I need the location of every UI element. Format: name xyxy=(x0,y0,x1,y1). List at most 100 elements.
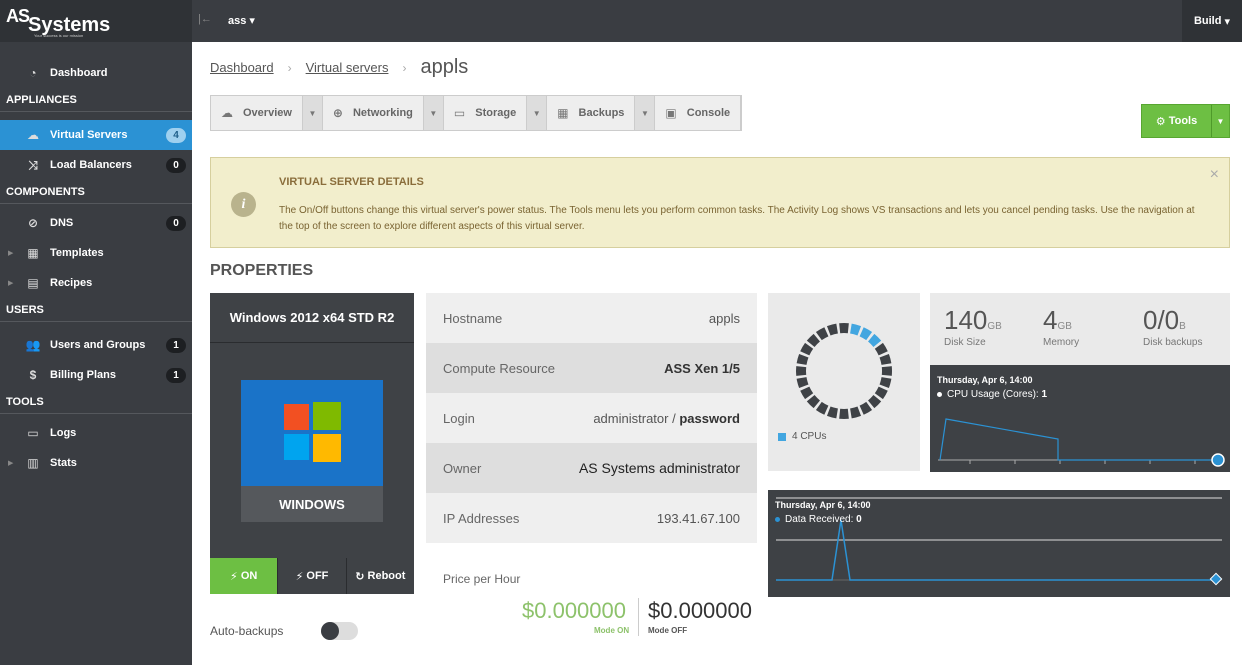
sidebar-item-stats[interactable]: ▶ ▥ Stats xyxy=(0,448,192,478)
logo-tagline: Your success is our mission xyxy=(34,33,84,38)
detail-value: 193.41.67.100 xyxy=(656,510,740,526)
series-label: Data Received: xyxy=(785,514,854,525)
count-badge: 1 xyxy=(166,367,186,383)
price-off-mode: Mode OFF xyxy=(648,626,688,635)
toggle-knob xyxy=(321,622,339,640)
stat-value: 140 xyxy=(944,305,988,335)
users-icon: 👥 xyxy=(25,338,41,352)
cpu-donut xyxy=(796,323,892,419)
detail-key: Login xyxy=(443,410,475,426)
dashboard-icon: ◔ xyxy=(29,66,37,80)
details-table: Hostname appls Compute Resource ASS Xen … xyxy=(426,293,757,543)
os-card: Windows 2012 x64 STD R2 WINDOWS ⚡ ON ⚡ O… xyxy=(210,293,414,594)
lightning-icon: ⚡ xyxy=(295,570,304,583)
cloud-name: ass xyxy=(228,15,247,27)
tools-dropdown[interactable]: ▼ xyxy=(1212,105,1229,137)
compute-resource-link[interactable]: ASS Xen 1/5 xyxy=(664,361,740,376)
sidebar-item-recipes[interactable]: ▶ ▤ Recipes xyxy=(0,268,192,298)
tab-label: Console xyxy=(686,107,731,119)
power-on-button[interactable]: ⚡ ON xyxy=(210,558,278,594)
price-divider xyxy=(638,598,639,636)
vs-nav-tabs: ☁ Overview ▼ ⊕ Networking ▼ ▭ Storage ▼ ▦ Ba… xyxy=(210,95,743,131)
sidebar-item-load-balancers[interactable]: ⤨ Load Balancers 0 xyxy=(0,150,192,180)
build-label: Build xyxy=(1193,15,1222,27)
build-menu[interactable]: Build ▾ xyxy=(1182,0,1242,42)
price-off: $0.000000 xyxy=(648,598,752,623)
tab-networking-dropdown[interactable]: ▼ xyxy=(423,96,444,130)
stat-unit: GB xyxy=(987,321,1002,332)
price-on: $0.000000 xyxy=(522,598,626,623)
donut-segment-used xyxy=(850,323,862,336)
donut-segment-free xyxy=(796,377,809,389)
sidebar-item-templates[interactable]: ▶ ▦ Templates xyxy=(0,238,192,268)
tools-main[interactable]: ⚙ Tools xyxy=(1142,105,1212,137)
donut-segment-free xyxy=(800,386,814,400)
series-dot xyxy=(775,517,780,522)
sidebar-section-tools: TOOLS xyxy=(0,390,192,414)
legend-label: 4 CPUs xyxy=(792,431,827,442)
expand-arrow-icon[interactable]: ▶ xyxy=(8,279,13,287)
donut-segment-free xyxy=(850,406,862,419)
expand-arrow-icon[interactable]: ▶ xyxy=(8,249,13,257)
tab-networking[interactable]: ⊕ Networking xyxy=(323,96,424,130)
tab-backups[interactable]: ▦ Backups xyxy=(547,96,636,130)
stat-label: Disk backups xyxy=(1143,337,1203,348)
auto-backups-toggle[interactable] xyxy=(321,622,358,640)
tab-backups-dropdown[interactable]: ▼ xyxy=(635,96,656,130)
grid-icon: ▦ xyxy=(557,106,569,120)
detail-value[interactable]: ASS Xen 1/5 xyxy=(664,361,740,376)
tools-button[interactable]: ⚙ Tools ▼ xyxy=(1141,104,1230,138)
count-badge: 0 xyxy=(166,215,186,231)
tab-overview[interactable]: ☁ Overview xyxy=(211,96,303,130)
count-badge: 1 xyxy=(166,337,186,353)
globe-icon: ⊕ xyxy=(332,106,343,120)
sidebar-item-billing-plans[interactable]: $ Billing Plans 1 xyxy=(0,360,192,390)
donut-segment-free xyxy=(826,406,838,419)
sidebar-item-dns[interactable]: ⊘ DNS 0 xyxy=(0,208,192,238)
owner-link[interactable]: AS Systems administrator xyxy=(579,460,740,476)
series-dot xyxy=(937,392,942,397)
sidebar-item-virtual-servers[interactable]: ☁ Virtual Servers 4 xyxy=(0,120,192,150)
detail-value: administrator / password xyxy=(593,411,740,426)
power-off-button[interactable]: ⚡ OFF xyxy=(277,558,346,594)
page-title: appls xyxy=(420,56,469,78)
close-icon[interactable]: × xyxy=(1210,166,1219,184)
tab-storage-dropdown[interactable]: ▼ xyxy=(527,96,548,130)
sidebar-item-dashboard[interactable]: ◔ Dashboard xyxy=(0,58,192,88)
collapse-sidebar-icon[interactable]: |← xyxy=(198,13,212,25)
cloud-selector[interactable]: ass ▾ xyxy=(228,14,255,27)
chart-series: Data Received: 0 xyxy=(775,514,862,525)
sidebar-item-label: Logs xyxy=(50,427,77,439)
cpu-usage-chart[interactable]: Thursday, Apr 6, 14:00 CPU Usage (Cores)… xyxy=(930,365,1230,472)
breadcrumb-dashboard[interactable]: Dashboard xyxy=(210,60,274,75)
detail-row-hostname: Hostname appls xyxy=(426,293,757,343)
gear-icon: ⚙ xyxy=(1155,115,1166,128)
donut-segment-free xyxy=(826,323,838,336)
sidebar-item-users-and-groups[interactable]: 👥 Users and Groups 1 xyxy=(0,330,192,360)
templates-icon: ▦ xyxy=(27,246,39,260)
expand-arrow-icon[interactable]: ▶ xyxy=(8,459,13,467)
detail-key: Hostname xyxy=(443,310,503,326)
chart-time: Thursday, Apr 6, 14:00 xyxy=(775,500,871,510)
reboot-button[interactable]: ↻ Reboot xyxy=(345,558,414,594)
tab-console[interactable]: ▣ Console xyxy=(655,96,742,130)
donut-segment-free xyxy=(859,401,873,415)
donut-segment-free xyxy=(796,366,807,376)
login-password[interactable]: password xyxy=(679,411,740,426)
stat-value: 4 xyxy=(1043,305,1058,335)
data-received-chart[interactable]: Thursday, Apr 6, 14:00 Data Received: 0 xyxy=(768,490,1230,597)
logo[interactable]: AS Systems Your success is our mission xyxy=(0,0,192,42)
breadcrumb-virtual-servers[interactable]: Virtual servers xyxy=(306,60,389,75)
sidebar-item-logs[interactable]: ▭ Logs xyxy=(0,418,192,448)
detail-value: appls xyxy=(708,310,740,326)
tools-label: Tools xyxy=(1168,115,1198,127)
sidebar-section-appliances: APPLIANCES xyxy=(0,88,192,112)
series-value: 0 xyxy=(856,514,862,525)
price-label: Price per Hour xyxy=(443,572,521,586)
power-on-label: ON xyxy=(240,570,258,582)
tab-storage[interactable]: ▭ Storage xyxy=(444,96,528,130)
cloud-icon: ☁ xyxy=(27,128,39,142)
billing-icon: $ xyxy=(29,368,37,382)
tab-overview-dropdown[interactable]: ▼ xyxy=(302,96,323,130)
sidebar-item-label: Virtual Servers xyxy=(50,129,128,141)
